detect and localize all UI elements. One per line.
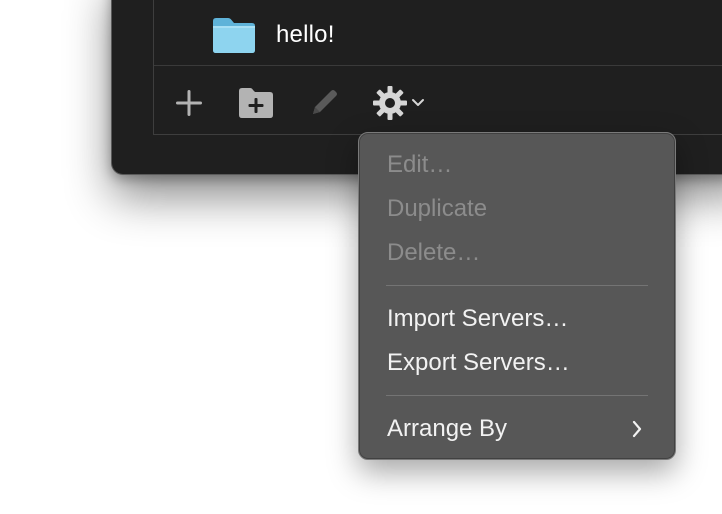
menu-item-label: Export Servers… — [387, 349, 570, 376]
add-server-button[interactable] — [171, 85, 207, 121]
add-folder-button[interactable] — [236, 84, 276, 122]
folder-label: hello! — [276, 21, 335, 48]
menu-item-label: Import Servers… — [387, 305, 569, 332]
chevron-down-icon — [412, 99, 424, 106]
edit-button[interactable] — [305, 84, 343, 122]
menu-item-duplicate[interactable]: Duplicate — [365, 189, 669, 229]
chevron-right-icon — [632, 420, 642, 438]
action-context-menu: Edit… Duplicate Delete… Import Servers… … — [358, 132, 676, 460]
menu-item-export-servers[interactable]: Export Servers… — [365, 343, 669, 383]
menu-item-delete[interactable]: Delete… — [365, 233, 669, 273]
menu-separator — [386, 395, 648, 396]
action-menu-button[interactable] — [368, 83, 428, 123]
menu-item-label: Edit… — [387, 151, 453, 178]
menu-separator — [386, 285, 648, 286]
menu-item-edit[interactable]: Edit… — [365, 145, 669, 185]
menu-item-label: Delete… — [387, 239, 481, 266]
pencil-icon — [313, 90, 337, 114]
menu-item-label: Arrange By — [387, 415, 508, 442]
screen: hello! Edit… Duplicate Delete… Import Se… — [0, 0, 722, 514]
row-divider — [154, 65, 722, 66]
gear-icon — [373, 86, 407, 120]
list-item[interactable]: hello! — [210, 13, 335, 57]
menu-item-arrange-by[interactable]: Arrange By — [365, 409, 669, 449]
folder-icon — [213, 18, 255, 53]
menu-item-import-servers[interactable]: Import Servers… — [365, 299, 669, 339]
menu-item-label: Duplicate — [387, 195, 488, 222]
plus-icon — [176, 90, 202, 116]
folder-plus-icon — [239, 88, 273, 118]
